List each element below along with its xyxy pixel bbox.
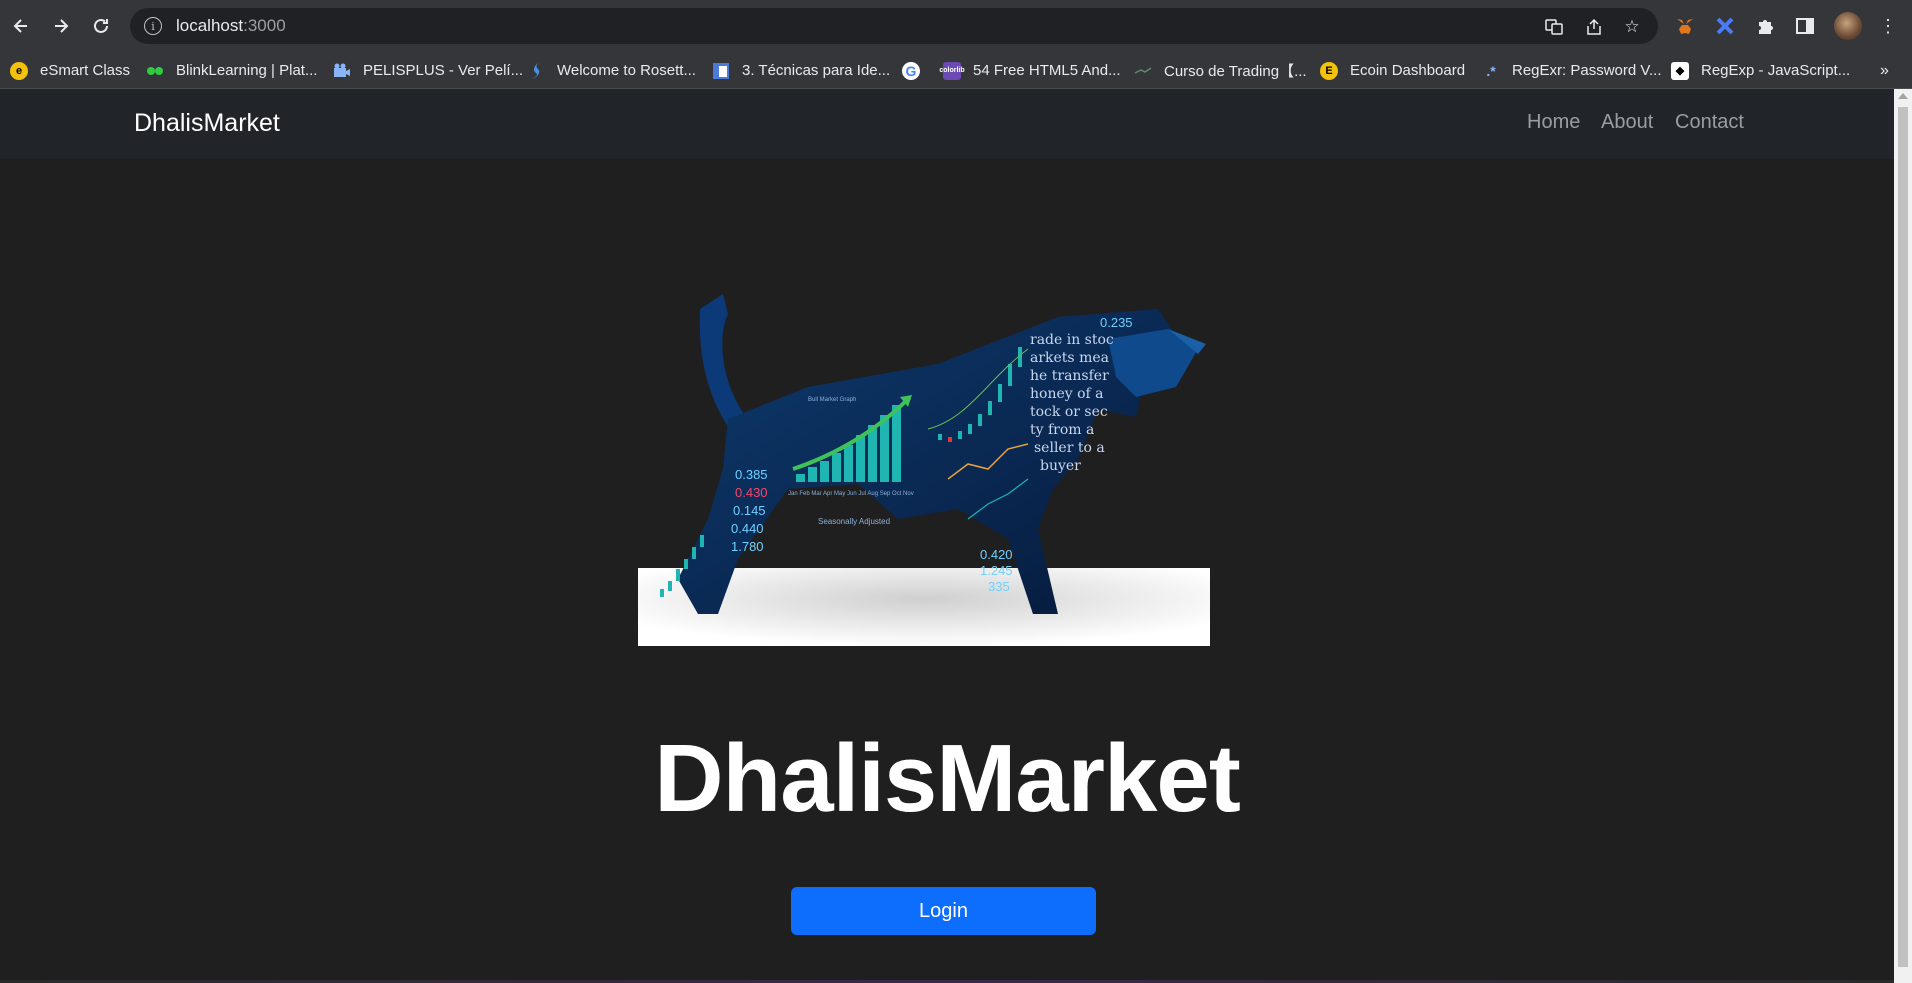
bull-market-image: Bull Market Graph Jan Feb Mar Apr May Ju…	[638, 294, 1210, 646]
bull-text-line: seller to a	[1034, 440, 1105, 456]
bull-text-line: ty from a	[1030, 422, 1094, 438]
bull-text-line: honey of a	[1030, 386, 1104, 402]
trading-icon	[1134, 62, 1152, 80]
navbar-brand[interactable]: DhalisMarket	[134, 109, 280, 138]
scroll-up-arrow-icon[interactable]	[1898, 93, 1908, 99]
ticker-value: 0.430	[735, 485, 768, 500]
url-text[interactable]: localhost:3000	[176, 16, 286, 36]
doc-icon	[712, 62, 730, 80]
scrollbar-thumb[interactable]	[1898, 107, 1908, 967]
regexr-icon: .*	[1486, 62, 1496, 79]
chart-caption: Bull Market Graph	[808, 397, 856, 403]
site-navbar: DhalisMarket Home About Contact	[0, 89, 1894, 159]
url-host: localhost	[176, 16, 244, 35]
chart-months: Jan Feb Mar Apr May Jun Jul Aug Sep Oct …	[788, 491, 914, 497]
url-port: :3000	[243, 16, 286, 35]
page-scrollbar[interactable]	[1894, 89, 1912, 983]
bull-text-line: arkets mea	[1030, 350, 1109, 366]
browser-toolbar: i localhost:3000 ☆ ⋮	[0, 0, 1912, 52]
bookmark-label: 54 Free HTML5 And...	[973, 62, 1121, 79]
profile-avatar[interactable]	[1834, 12, 1862, 40]
ticker-value: 0.420	[980, 547, 1013, 562]
more-bookmarks-button[interactable]: »	[1880, 52, 1889, 89]
ticker-value: 0.440	[731, 521, 764, 536]
blinklearning-icon	[146, 62, 164, 80]
rosetta-icon	[527, 62, 545, 80]
bookmark-tecnicas[interactable]: 3. Técnicas para Ide...	[712, 52, 890, 89]
menu-kebab-icon[interactable]: ⋮	[1876, 14, 1900, 38]
address-bar[interactable]: i localhost:3000 ☆	[130, 8, 1658, 44]
ticker-value: 1.245	[980, 563, 1013, 578]
regexp-icon: ◆	[1671, 61, 1689, 80]
ticker-value: 0.145	[733, 503, 766, 518]
bookmark-ecoin[interactable]: E Ecoin Dashboard	[1320, 52, 1465, 89]
bookmark-regexr[interactable]: .* RegExr: Password V...	[1482, 52, 1662, 89]
bookmark-curso-trading[interactable]: Curso de Trading【...	[1134, 52, 1307, 89]
bookmark-label: RegExp - JavaScript...	[1701, 62, 1851, 79]
esmart-icon: e	[10, 61, 28, 80]
nav-link-contact[interactable]: Contact	[1675, 111, 1744, 134]
bookmark-star-icon[interactable]: ☆	[1622, 17, 1642, 37]
nav-link-home[interactable]: Home	[1527, 111, 1580, 134]
bookmark-pelisplus[interactable]: PELISPLUS - Ver Pelí...	[333, 52, 523, 89]
pelisplus-icon	[333, 62, 351, 80]
bull-text-line: tock or sec	[1030, 404, 1108, 420]
hero-section: Bull Market Graph Jan Feb Mar Apr May Ju…	[0, 159, 1894, 983]
bookmark-label: PELISPLUS - Ver Pelí...	[363, 62, 524, 79]
chart-footer: Seasonally Adjusted	[818, 517, 890, 526]
site-info-icon[interactable]: i	[144, 17, 162, 35]
back-icon[interactable]	[7, 12, 35, 40]
bookmark-label: Ecoin Dashboard	[1350, 62, 1466, 79]
extensions-puzzle-icon[interactable]	[1753, 14, 1777, 38]
bookmark-blinklearning[interactable]: BlinkLearning | Plat...	[146, 52, 317, 89]
metamask-icon[interactable]	[1673, 14, 1697, 38]
bull-text-line: rade in stoc	[1030, 332, 1114, 348]
ticker-value: 0.235	[1100, 315, 1133, 330]
bookmarks-bar: e eSmart Class BlinkLearning | Plat... P…	[0, 52, 1912, 89]
bookmark-label: Welcome to Rosett...	[557, 62, 696, 79]
ecoin-icon: E	[1320, 61, 1338, 80]
bookmark-label: BlinkLearning | Plat...	[176, 62, 318, 79]
share-icon[interactable]	[1584, 17, 1604, 37]
bull-text-line: he transfer	[1030, 368, 1109, 384]
bookmark-rosetta[interactable]: Welcome to Rosett...	[527, 52, 696, 89]
ticker-value: 1.780	[731, 539, 764, 554]
bookmark-regexp[interactable]: ◆ RegExp - JavaScript...	[1671, 52, 1850, 89]
bookmark-google[interactable]: G	[902, 52, 932, 89]
login-button[interactable]: Login	[791, 887, 1096, 935]
translate-icon[interactable]	[1544, 17, 1564, 37]
bookmark-label: 3. Técnicas para Ide...	[742, 62, 891, 79]
ticker-value: 0.385	[735, 467, 768, 482]
forward-icon[interactable]	[47, 12, 75, 40]
google-icon: G	[902, 61, 920, 80]
nav-link-about[interactable]: About	[1601, 111, 1653, 134]
bookmark-colorlib[interactable]: colorlib 54 Free HTML5 And...	[939, 52, 1121, 89]
bookmark-label: eSmart Class	[40, 62, 131, 79]
bookmark-label: Curso de Trading【...	[1164, 63, 1307, 80]
colorlib-icon: colorlib	[939, 61, 965, 80]
ticker-value: 335	[988, 579, 1010, 594]
bull-text-line: buyer	[1040, 458, 1081, 474]
hero-title: DhalisMarket	[654, 725, 1241, 832]
extension-cross-icon[interactable]	[1713, 14, 1737, 38]
bookmark-esmart[interactable]: e eSmart Class	[10, 52, 130, 89]
reload-icon[interactable]	[87, 12, 115, 40]
bookmark-label: RegExr: Password V...	[1512, 62, 1662, 79]
side-panel-icon[interactable]	[1793, 14, 1817, 38]
